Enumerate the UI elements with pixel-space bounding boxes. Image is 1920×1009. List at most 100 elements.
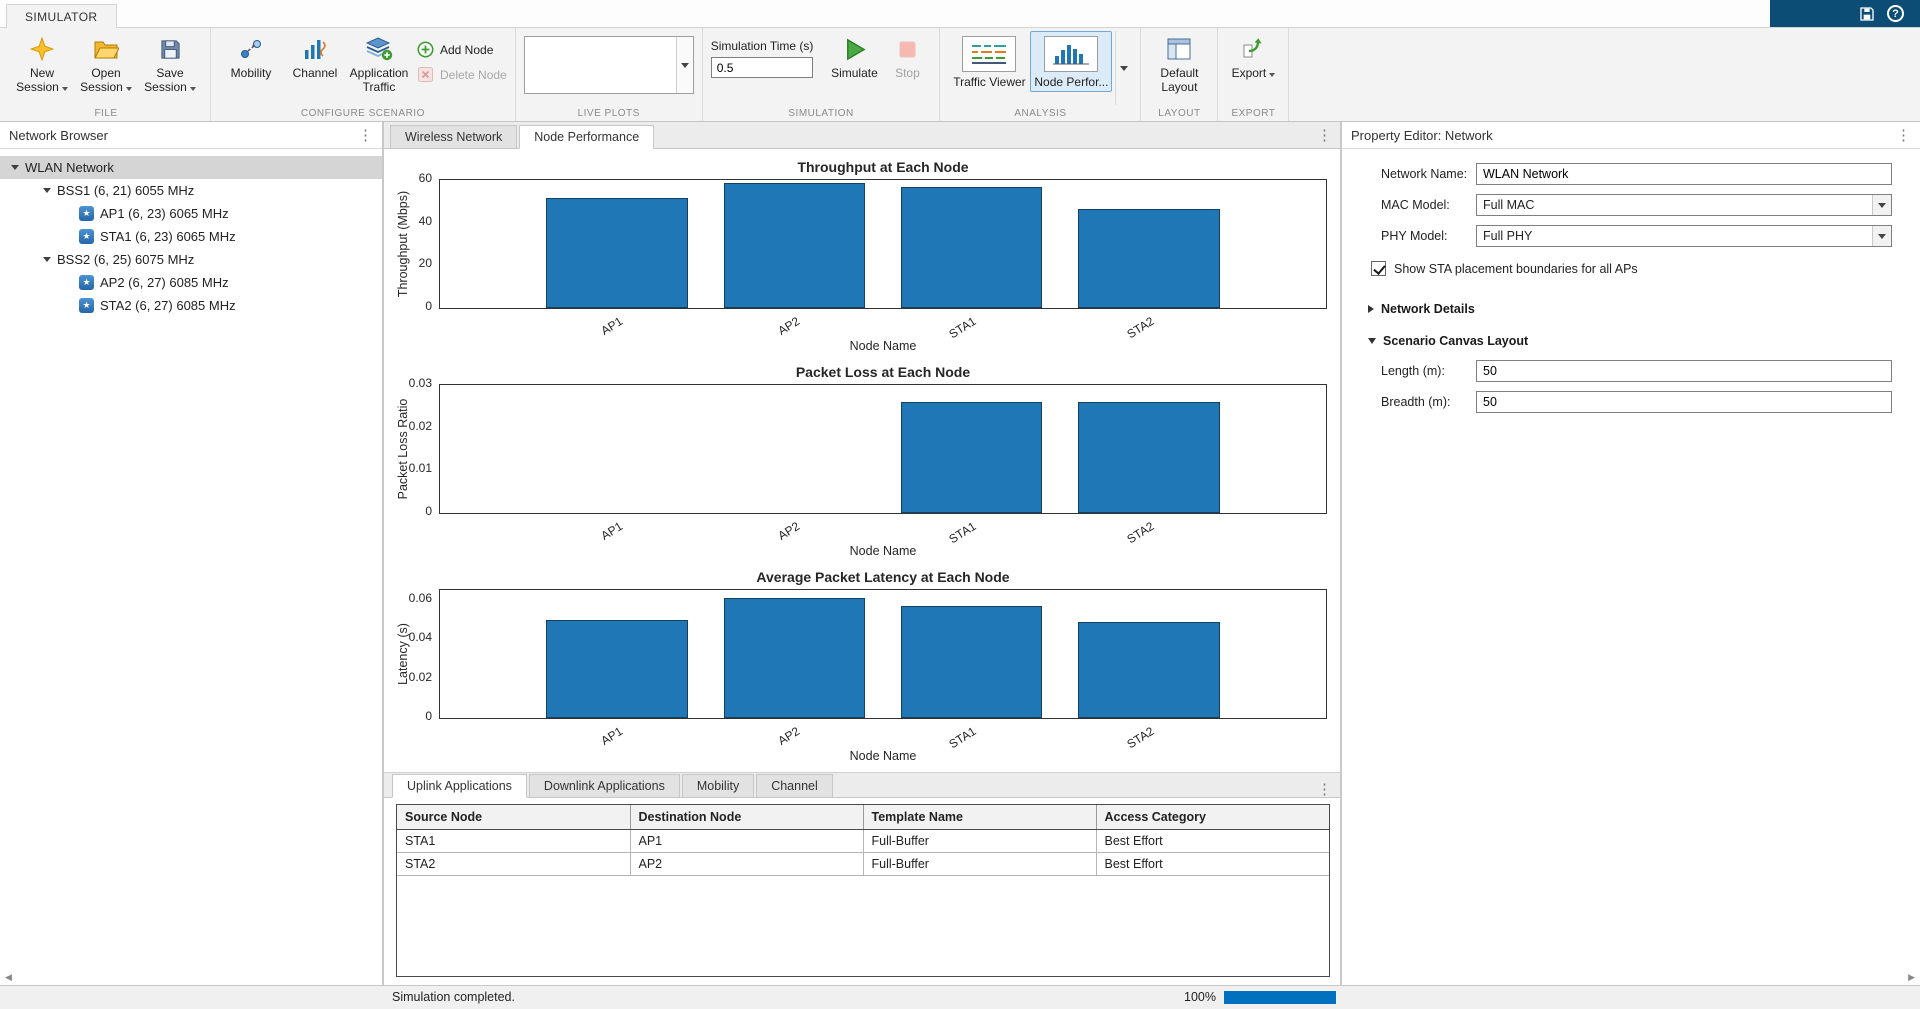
tab-mobility[interactable]: Mobility [682, 774, 754, 798]
traffic-viewer-label: Traffic Viewer [953, 75, 1025, 89]
table-row[interactable]: STA2 AP2 Full-Buffer Best Effort [397, 852, 1329, 875]
ribbon-group-export: Export EXPORT [1218, 28, 1289, 121]
simulate-button[interactable]: Simulate [825, 31, 883, 80]
node-performance-button[interactable]: Node Perfor... [1030, 31, 1112, 92]
quick-save-button[interactable] [1859, 6, 1875, 22]
scroll-right-icon[interactable]: ▶ [1908, 972, 1915, 983]
node-icon: ★ [79, 229, 94, 244]
bar-STA1 [901, 187, 1043, 308]
plot-wrap: Packet Loss Ratio AP1AP2STA1STA2 Node Na… [439, 384, 1327, 564]
save-session-icon [159, 35, 182, 63]
help-icon[interactable]: ? [1887, 5, 1904, 22]
y-tick-label: 0.02 [387, 419, 432, 433]
new-session-icon [30, 35, 54, 63]
open-session-label: Open Session [80, 66, 123, 94]
y-tick-label: 0.01 [387, 461, 432, 475]
network-name-input[interactable] [1476, 163, 1892, 185]
new-session-button[interactable]: New Session [10, 31, 74, 95]
x-tick-label: STA1 [947, 724, 979, 751]
simulation-time-input[interactable] [711, 57, 813, 78]
tree-item-ap1[interactable]: ★ AP1 (6, 23) 6065 MHz [0, 202, 382, 225]
tree-item-wlan-network[interactable]: WLAN Network [0, 156, 382, 179]
ribbon-tab-row: SIMULATOR ? [0, 0, 1920, 28]
packet-loss-chart: Packet Loss at Each Node Packet Loss Rat… [384, 362, 1340, 567]
breadth-input[interactable] [1476, 391, 1892, 413]
scenario-canvas-section-header[interactable]: Scenario Canvas Layout [1368, 334, 1892, 348]
uplink-applications-table-container: Source Node Destination Node Template Na… [396, 804, 1330, 977]
help-glyph: ? [1892, 8, 1899, 20]
cell-access-category: Best Effort [1096, 829, 1329, 852]
scroll-left-icon[interactable]: ◀ [5, 972, 12, 983]
export-button[interactable]: Export [1226, 31, 1280, 80]
chevron-down-icon[interactable] [43, 188, 51, 193]
tree-item-label: BSS1 (6, 21) 6055 MHz [57, 183, 194, 198]
tab-label: Mobility [697, 779, 739, 793]
tree-item-sta1[interactable]: ★ STA1 (6, 23) 6065 MHz [0, 225, 382, 248]
application-traffic-button[interactable]: Application Traffic [347, 31, 411, 95]
table-row[interactable]: STA1 AP1 Full-Buffer Best Effort [397, 829, 1329, 852]
tab-channel[interactable]: Channel [756, 774, 833, 798]
sta-boundaries-label: Show STA placement boundaries for all AP… [1394, 262, 1638, 276]
chevron-down-icon[interactable] [11, 165, 19, 170]
right-panel-scrollbar[interactable]: ▶ [1342, 969, 1920, 985]
traffic-viewer-button[interactable]: Traffic Viewer [948, 31, 1030, 92]
panel-menu-icon[interactable]: ⋮ [1317, 782, 1332, 797]
charts-area: Throughput at Each Node Throughput (Mbps… [384, 149, 1340, 772]
tab-label: Uplink Applications [407, 779, 512, 793]
live-plots-dropdown-button[interactable] [676, 37, 693, 93]
network-browser-header: Network Browser ⋮ [0, 122, 382, 149]
tree-item-sta2[interactable]: ★ STA2 (6, 27) 6085 MHz [0, 294, 382, 317]
tree-item-bss2[interactable]: BSS2 (6, 25) 6075 MHz [0, 248, 382, 271]
sta-boundaries-checkbox[interactable] [1371, 261, 1386, 276]
save-session-button[interactable]: Save Session [138, 31, 202, 95]
network-details-section-header[interactable]: Network Details [1368, 302, 1892, 316]
tree-item-bss1[interactable]: BSS1 (6, 21) 6055 MHz [0, 179, 382, 202]
progress-indicator: 100% [1184, 990, 1336, 1004]
panel-menu-icon[interactable]: ⋮ [1317, 128, 1332, 143]
x-tick-label: AP1 [598, 724, 625, 748]
mac-model-select[interactable]: Full MAC [1476, 194, 1892, 216]
chevron-right-icon [1368, 305, 1374, 313]
chart-title: Packet Loss at Each Node [439, 364, 1327, 380]
add-node-icon [417, 41, 434, 58]
ribbon-group-layout: Default Layout LAYOUT [1141, 28, 1218, 121]
property-editor-title: Property Editor: Network [1351, 128, 1493, 143]
x-tick-label: STA2 [1124, 519, 1156, 546]
tree-item-ap2[interactable]: ★ AP2 (6, 27) 6085 MHz [0, 271, 382, 294]
y-tick-label: 0.06 [387, 591, 432, 605]
tab-wireless-network[interactable]: Wireless Network [390, 125, 517, 149]
tab-node-performance[interactable]: Node Performance [519, 125, 654, 149]
mobility-button[interactable]: Mobility [219, 31, 283, 80]
phy-model-select[interactable]: Full PHY [1476, 225, 1892, 247]
ribbon-group-simulation: Simulation Time (s) Simulate Stop SIMULA… [703, 28, 941, 121]
live-plots-gallery[interactable] [524, 36, 694, 94]
ribbon-group-live-plots: LIVE PLOTS [516, 28, 703, 121]
add-node-button[interactable]: Add Node [417, 41, 507, 58]
panel-menu-icon[interactable]: ⋮ [1896, 128, 1911, 143]
length-input[interactable] [1476, 360, 1892, 382]
left-panel-scrollbar[interactable]: ◀ [0, 969, 382, 985]
dropdown-arrow-icon [126, 87, 132, 91]
plot-area: AP1AP2STA1STA2 [439, 589, 1327, 719]
x-tick-label: AP2 [775, 724, 802, 748]
tab-simulator[interactable]: SIMULATOR [6, 4, 117, 28]
applications-tab-bar: Uplink Applications Downlink Application… [384, 772, 1340, 798]
default-layout-label: Default Layout [1160, 66, 1198, 94]
save-session-label: Save Session [144, 66, 187, 94]
sta-boundaries-checkbox-row[interactable]: Show STA placement boundaries for all AP… [1371, 261, 1892, 276]
channel-icon [302, 35, 328, 63]
channel-button[interactable]: Channel [283, 31, 347, 80]
tab-downlink-applications[interactable]: Downlink Applications [529, 774, 680, 798]
default-layout-button[interactable]: Default Layout [1149, 31, 1209, 95]
mac-model-row: MAC Model: Full MAC [1381, 194, 1892, 216]
panel-menu-icon[interactable]: ⋮ [358, 128, 373, 143]
dropdown-arrow-icon [62, 87, 68, 91]
group-label-analysis: ANALYSIS [940, 108, 1140, 119]
tab-uplink-applications[interactable]: Uplink Applications [392, 774, 527, 798]
analysis-gallery-dropdown-button[interactable] [1115, 31, 1132, 105]
y-tick-label: 0 [387, 504, 432, 518]
y-tick-label: 40 [387, 214, 432, 228]
open-session-button[interactable]: Open Session [74, 31, 138, 95]
chevron-down-icon[interactable] [43, 257, 51, 262]
bar-STA1 [901, 402, 1043, 513]
